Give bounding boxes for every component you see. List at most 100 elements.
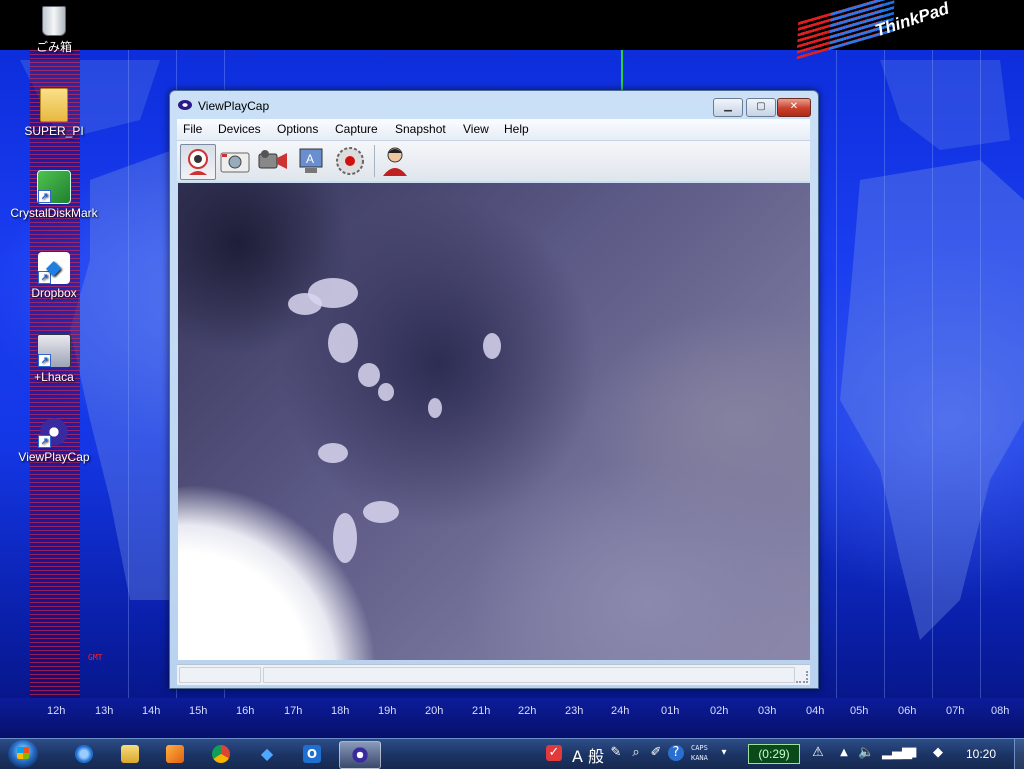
- video-speck: [358, 363, 380, 387]
- taskbar-internet-explorer[interactable]: [64, 741, 104, 767]
- hour-label: 06h: [898, 705, 917, 717]
- timezone-line: [884, 50, 885, 698]
- record-button[interactable]: [333, 144, 367, 178]
- ime-indicator[interactable]: A 般: [572, 743, 604, 767]
- shortcut-arrow-icon: ↗: [38, 435, 51, 448]
- maximize-button[interactable]: ▢: [746, 98, 776, 117]
- video-speck: [308, 278, 358, 308]
- desktop-icon-crystaldiskmark[interactable]: ↗ CrystalDiskMark: [4, 170, 104, 220]
- menu-help[interactable]: Help: [504, 122, 529, 136]
- ime-dictionary-icon[interactable]: ⌕: [628, 745, 644, 761]
- thinkpad-logo: ThinkPad: [796, 0, 951, 60]
- folder-icon: [40, 88, 68, 122]
- ime-tool-icon[interactable]: ✎: [608, 745, 624, 761]
- resize-grip-icon[interactable]: [796, 671, 808, 683]
- timezone-line: [128, 50, 129, 698]
- chrome-icon: [212, 745, 230, 763]
- taskbar-viewplaycap[interactable]: [339, 741, 381, 769]
- webcam-preview-icon: [188, 149, 208, 175]
- windows-logo-icon: [17, 747, 29, 759]
- desktop-icon-label: ViewPlayCap: [18, 450, 90, 464]
- recycle-bin-icon: [42, 6, 66, 36]
- hour-label: 19h: [378, 705, 397, 717]
- desktop-icon-recycle-bin[interactable]: ごみ箱: [4, 6, 104, 55]
- help-icon[interactable]: ?: [668, 745, 684, 761]
- ime-pad-icon[interactable]: ✐: [648, 745, 664, 761]
- explorer-icon: [121, 745, 139, 763]
- hour-label: 05h: [850, 705, 869, 717]
- taskbar-explorer[interactable]: [110, 741, 150, 767]
- toolbar: A: [177, 141, 810, 181]
- timezone-line: [980, 50, 981, 698]
- menu-options[interactable]: Options: [277, 122, 318, 136]
- internet-explorer-icon: [75, 745, 93, 763]
- volume-icon[interactable]: 🔈: [858, 745, 874, 761]
- hour-label: 01h: [661, 705, 680, 717]
- desktop-icon-label: +Lhaca: [34, 370, 74, 384]
- minimize-button[interactable]: ▁: [713, 98, 743, 117]
- menu-view[interactable]: View: [463, 122, 489, 136]
- start-button[interactable]: [8, 740, 38, 768]
- gmt-label: GMT: [88, 653, 103, 662]
- menu-snapshot[interactable]: Snapshot: [395, 122, 446, 136]
- kana-label: KANA: [691, 754, 708, 762]
- video-speck: [378, 383, 394, 401]
- video-properties-icon: A: [299, 148, 323, 173]
- desktop-icon-lhaca[interactable]: ↗ +Lhaca: [4, 334, 104, 384]
- desktop-icon-label: ごみ箱: [35, 40, 72, 54]
- preview-button[interactable]: [180, 144, 216, 180]
- hour-label: 15h: [189, 705, 208, 717]
- video-speck: [363, 501, 399, 523]
- network-signal-icon[interactable]: ▂▄▆: [882, 745, 912, 761]
- caps-label: CAPS: [691, 744, 708, 752]
- restore-icon[interactable]: ▾: [716, 745, 732, 761]
- desktop-icon-super-pi[interactable]: SUPER_PI: [4, 88, 104, 138]
- hour-label: 24h: [611, 705, 630, 717]
- video-speck: [483, 333, 501, 359]
- tray-app-icon[interactable]: ✓: [546, 745, 562, 761]
- warning-icon[interactable]: ⚠: [810, 745, 826, 761]
- menu-file[interactable]: File: [183, 122, 202, 136]
- menu-bar: File Devices Options Capture Snapshot Vi…: [177, 119, 810, 141]
- user-button[interactable]: [378, 144, 412, 178]
- hour-label: 18h: [331, 705, 350, 717]
- video-properties-button[interactable]: A: [295, 144, 329, 178]
- taskbar-dropbox[interactable]: ◆: [247, 741, 287, 767]
- desktop-icon-label: CrystalDiskMark: [10, 206, 98, 220]
- battery-icon[interactable]: ▮: [906, 745, 922, 761]
- close-button[interactable]: ✕: [777, 98, 811, 117]
- battery-timer[interactable]: (0:29): [748, 744, 800, 764]
- taskbar-chrome[interactable]: [201, 741, 241, 767]
- show-desktop-button[interactable]: [1014, 739, 1024, 769]
- window-titlebar[interactable]: ViewPlayCap ▁ ▢ ✕: [170, 91, 818, 119]
- snapshot-button[interactable]: [218, 144, 252, 178]
- dropbox-tray-icon[interactable]: ◆: [930, 745, 946, 761]
- taskbar-outlook[interactable]: O: [292, 741, 332, 767]
- video-glare: [178, 483, 378, 660]
- hour-label: 23h: [565, 705, 584, 717]
- hour-label: 02h: [710, 705, 729, 717]
- shortcut-arrow-icon: ↗: [38, 271, 51, 284]
- video-speck: [428, 398, 442, 418]
- video-capture-icon: [258, 150, 287, 169]
- menu-devices[interactable]: Devices: [218, 122, 261, 136]
- shortcut-arrow-icon: ↗: [38, 354, 51, 367]
- show-hidden-icons-icon[interactable]: ▲: [836, 745, 852, 761]
- taskbar: ◆ O ✓ A 般 ✎ ⌕ ✐ ? CAPS KANA ▾ (0:29) ⚠ ▲…: [0, 738, 1024, 769]
- taskbar-media-player[interactable]: [155, 741, 195, 767]
- clock[interactable]: 10:20: [966, 747, 996, 761]
- timezone-line: [836, 50, 837, 698]
- video-preview[interactable]: [178, 183, 810, 660]
- midnight-marker: [621, 50, 623, 90]
- video-capture-button[interactable]: [256, 144, 290, 178]
- menu-capture[interactable]: Capture: [335, 122, 378, 136]
- svg-text:A: A: [306, 152, 314, 166]
- caps-kana-indicator: CAPS KANA: [691, 743, 708, 763]
- desktop-icon-viewplaycap[interactable]: ↗ ViewPlayCap: [4, 416, 104, 464]
- viewplaycap-window: ViewPlayCap ▁ ▢ ✕ File Devices Options C…: [169, 90, 819, 689]
- shortcut-arrow-icon: ↗: [38, 190, 51, 203]
- desktop-icon-dropbox[interactable]: ↗ Dropbox: [4, 252, 104, 300]
- status-pane: [179, 667, 261, 683]
- media-player-icon: [166, 745, 184, 763]
- video-speck: [318, 443, 348, 463]
